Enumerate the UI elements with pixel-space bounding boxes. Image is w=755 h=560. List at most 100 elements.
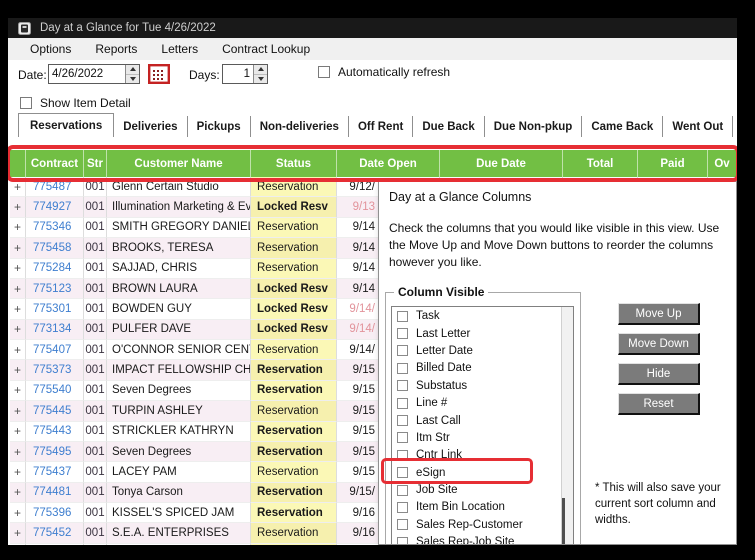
column-option-checkbox[interactable] (397, 432, 408, 444)
menu-item-letters[interactable]: Letters (149, 42, 210, 56)
row-expand-button[interactable]: + (10, 299, 26, 320)
column-option-last-call[interactable]: Last Call (392, 411, 573, 428)
tab-deliveries[interactable]: Deliveries (114, 116, 188, 137)
cell-contract[interactable]: 775301 (26, 299, 84, 320)
row-expand-button[interactable] (10, 543, 26, 545)
show-item-detail-checkbox[interactable]: Show Item Detail (20, 96, 131, 110)
row-expand-button[interactable]: + (10, 360, 26, 381)
cell-contract[interactable]: 775373 (26, 360, 84, 381)
tab-pickups[interactable]: Pickups (188, 116, 251, 137)
cell-contract[interactable]: 775458 (26, 238, 84, 259)
tab-open-items[interactable]: Open Items (733, 116, 737, 137)
column-header-customer-name[interactable]: Customer Name (107, 150, 251, 177)
list-scrollbar-thumb[interactable] (562, 498, 565, 544)
cell-contract[interactable]: 775452 (26, 523, 84, 544)
reset-button[interactable]: Reset (618, 393, 700, 415)
row-expand-button[interactable]: + (10, 278, 26, 300)
date-spin-down-icon[interactable] (126, 74, 139, 83)
cell-contract[interactable]: 775487 (26, 177, 84, 198)
column-option-checkbox[interactable] (397, 467, 408, 479)
cell-contract[interactable]: 774927 (26, 197, 84, 218)
row-expand-button[interactable]: + (10, 238, 26, 259)
days-input[interactable]: 1 (222, 64, 268, 84)
cell-contract[interactable]: 773134 (26, 319, 84, 340)
row-expand-button[interactable]: + (10, 523, 26, 544)
list-scrollbar[interactable] (561, 307, 573, 544)
row-expand-button[interactable]: + (10, 482, 26, 503)
column-option-letter-date[interactable]: Letter Date (392, 342, 573, 359)
row-expand-button[interactable]: + (10, 380, 26, 402)
column-option-substatus[interactable]: Substatus (392, 377, 573, 394)
days-spin-up-icon[interactable] (254, 65, 267, 75)
days-spin-down-icon[interactable] (254, 74, 267, 83)
column-option-sales-rep-customer[interactable]: Sales Rep-Customer (392, 516, 573, 533)
date-input[interactable]: 4/26/2022 (48, 64, 140, 84)
auto-refresh-checkbox-box[interactable] (318, 66, 330, 78)
menu-item-contract-lookup[interactable]: Contract Lookup (210, 42, 322, 56)
cell-contract[interactable]: 775437 (26, 462, 84, 483)
move-up-button[interactable]: Move Up (618, 303, 700, 325)
column-header-status[interactable]: Status (251, 150, 337, 177)
column-option-cntr-link[interactable]: Cntr Link (392, 446, 573, 463)
column-option-checkbox[interactable] (397, 484, 408, 496)
row-expand-button[interactable]: + (10, 503, 26, 524)
column-option-task[interactable]: Task (392, 307, 573, 324)
cell-contract[interactable]: 774481 (26, 482, 84, 503)
tab-came-back[interactable]: Came Back (582, 116, 664, 137)
column-header-ov[interactable]: Ov (708, 150, 737, 177)
column-header-contract[interactable]: Contract (26, 150, 84, 177)
move-down-button[interactable]: Move Down (618, 333, 700, 355)
row-expand-button[interactable]: + (10, 340, 26, 361)
row-expand-button[interactable]: + (10, 401, 26, 422)
column-header-str[interactable]: Str (84, 150, 107, 177)
column-option-sales-rep-job-site[interactable]: Sales Rep-Job Site (392, 533, 573, 544)
column-option-checkbox[interactable] (397, 345, 408, 357)
cell-contract[interactable]: 775443 (26, 421, 84, 442)
column-option-checkbox[interactable] (397, 328, 408, 340)
menu-item-options[interactable]: Options (18, 42, 83, 56)
tab-due-non-pkup[interactable]: Due Non-pkup (485, 116, 583, 137)
show-item-detail-checkbox-box[interactable] (20, 97, 32, 109)
column-option-checkbox[interactable] (397, 536, 408, 544)
row-expand-button[interactable]: + (10, 462, 26, 483)
column-option-last-letter[interactable]: Last Letter (392, 324, 573, 341)
column-option-checkbox[interactable] (397, 397, 408, 409)
column-header-paid[interactable]: Paid (638, 150, 708, 177)
column-option-itm-str[interactable]: Itm Str (392, 429, 573, 446)
cell-contract[interactable] (26, 543, 84, 545)
tab-off-rent[interactable]: Off Rent (349, 116, 414, 137)
column-option-checkbox[interactable] (397, 519, 408, 531)
cell-contract[interactable]: 775445 (26, 401, 84, 422)
row-expand-button[interactable]: + (10, 319, 26, 340)
row-expand-button[interactable]: + (10, 197, 26, 218)
column-header-date-open[interactable]: Date Open (337, 150, 440, 177)
column-option-line-[interactable]: Line # (392, 394, 573, 411)
cell-contract[interactable]: 775540 (26, 380, 84, 402)
column-option-checkbox[interactable] (397, 449, 408, 461)
date-spinner[interactable] (125, 65, 139, 83)
tab-reservations[interactable]: Reservations (18, 113, 115, 137)
menu-item-reports[interactable]: Reports (83, 42, 149, 56)
column-option-checkbox[interactable] (397, 415, 408, 427)
calendar-icon[interactable] (148, 64, 170, 84)
column-option-checkbox[interactable] (397, 310, 408, 322)
column-option-item-bin-location[interactable]: Item Bin Location (392, 498, 573, 515)
days-spinner[interactable] (253, 65, 267, 83)
tab-non-deliveries[interactable]: Non-deliveries (251, 116, 349, 137)
column-option-checkbox[interactable] (397, 362, 408, 374)
cell-contract[interactable]: 775284 (26, 258, 84, 279)
column-option-billed-date[interactable]: Billed Date (392, 359, 573, 376)
row-expand-button[interactable]: + (10, 177, 26, 198)
auto-refresh-checkbox[interactable]: Automatically refresh (318, 65, 450, 79)
row-expand-button[interactable]: + (10, 421, 26, 442)
row-expand-button[interactable]: + (10, 441, 26, 463)
table-header[interactable]: Contract Str Customer Name Status Date Open D… (10, 150, 737, 177)
cell-contract[interactable]: 775396 (26, 503, 84, 524)
tab-went-out[interactable]: Went Out (663, 116, 734, 137)
cell-contract[interactable]: 775346 (26, 217, 84, 239)
tab-due-back[interactable]: Due Back (413, 116, 485, 137)
row-expand-button[interactable]: + (10, 258, 26, 279)
column-option-esign[interactable]: eSign (392, 464, 573, 481)
row-expand-button[interactable]: + (10, 217, 26, 239)
column-header-total[interactable]: Total (563, 150, 638, 177)
